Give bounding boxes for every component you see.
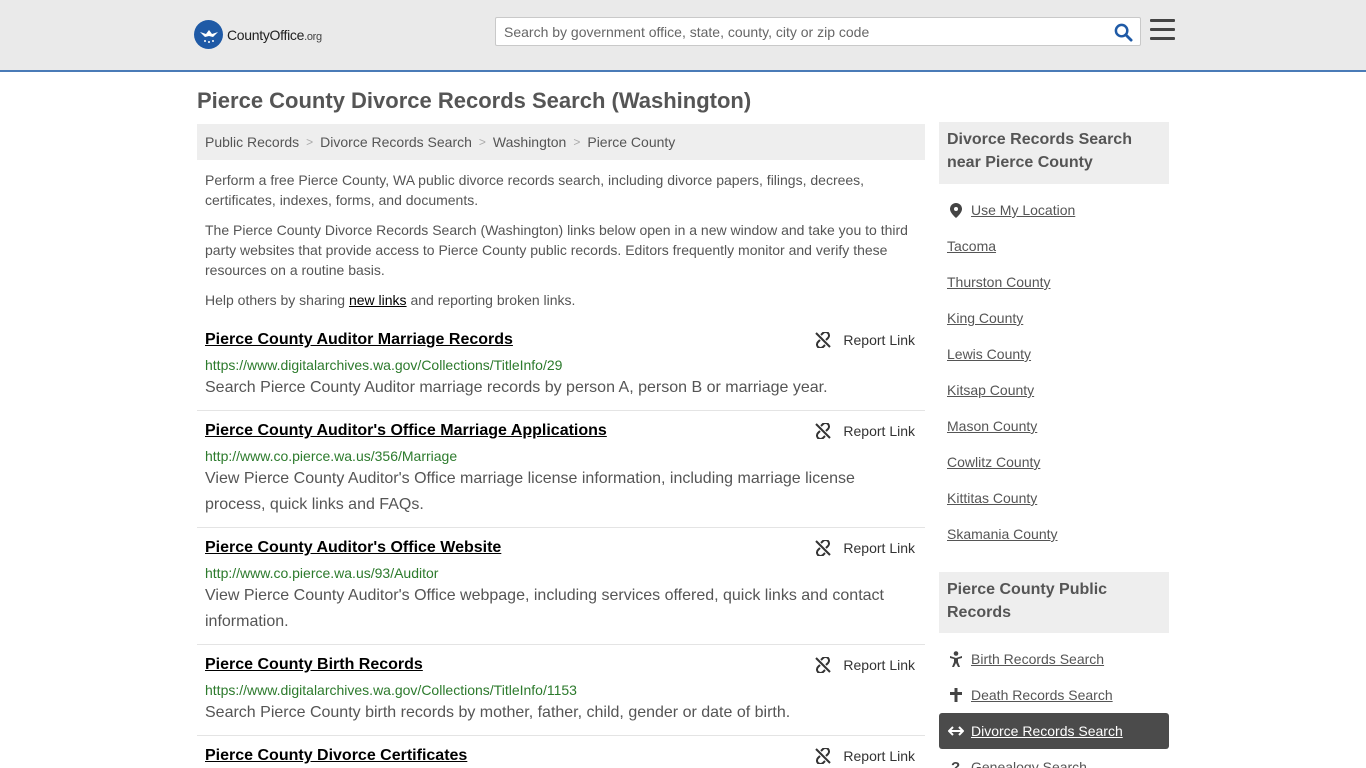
broken-link-icon <box>815 423 832 439</box>
intro-paragraph-1: Perform a free Pierce County, WA public … <box>205 172 865 208</box>
sidebar-item-tacoma[interactable]: Tacoma <box>947 238 996 254</box>
new-links-link[interactable]: new links <box>349 292 407 308</box>
broken-link-icon <box>815 332 832 348</box>
breadcrumb-divorce-records[interactable]: Divorce Records Search <box>320 134 472 150</box>
broken-link-icon <box>815 748 832 764</box>
site-header: CountyOffice.org <box>0 0 1366 72</box>
chevron-right-icon: > <box>306 135 314 149</box>
cross-icon <box>950 688 962 702</box>
breadcrumb-public-records[interactable]: Public Records <box>205 134 299 150</box>
map-pin-icon <box>950 203 962 218</box>
search-box <box>495 17 1141 46</box>
sidebar-item-thurston-county[interactable]: Thurston County <box>947 274 1051 290</box>
list-item: Pierce County Auditor's Office Website R… <box>197 528 925 645</box>
sidebar-item-mason-county[interactable]: Mason County <box>947 418 1037 434</box>
sidebar-item-genealogy[interactable]: Genealogy Search <box>971 759 1087 768</box>
broken-link-icon <box>815 657 832 673</box>
entry-title-link[interactable]: Pierce County Auditor's Office Marriage … <box>205 422 607 440</box>
report-link-button[interactable]: Report Link <box>815 748 915 764</box>
entry-description: Search Pierce County Auditor marriage re… <box>205 379 828 396</box>
chevron-right-icon: > <box>573 135 581 149</box>
sidebar-item-cowlitz-county[interactable]: Cowlitz County <box>947 454 1040 470</box>
search-icon <box>1114 23 1133 42</box>
chevron-right-icon: > <box>478 135 486 149</box>
list-item: Pierce County Divorce Certificates Repor… <box>197 736 925 768</box>
entry-url[interactable]: http://www.co.pierce.wa.us/93/Auditor <box>205 565 438 581</box>
use-my-location-link[interactable]: Use My Location <box>971 202 1075 218</box>
entry-description: View Pierce County Auditor's Office marr… <box>205 470 855 513</box>
list-item: Pierce County Auditor's Office Marriage … <box>197 411 925 528</box>
breadcrumb-pierce-county[interactable]: Pierce County <box>587 134 675 150</box>
entry-description: View Pierce County Auditor's Office webp… <box>205 587 884 630</box>
sidebar-records-title: Pierce County Public Records <box>939 572 1169 633</box>
site-logo[interactable]: CountyOffice.org <box>194 20 322 49</box>
sidebar-item-lewis-county[interactable]: Lewis County <box>947 346 1031 362</box>
entry-title-link[interactable]: Pierce County Divorce Certificates <box>205 747 467 765</box>
sidebar-item-kittitas-county[interactable]: Kittitas County <box>947 490 1037 506</box>
baby-icon <box>949 651 963 667</box>
report-link-button[interactable]: Report Link <box>815 332 915 348</box>
question-icon: ? <box>951 759 961 768</box>
breadcrumb-washington[interactable]: Washington <box>493 134 566 150</box>
sidebar-item-kitsap-county[interactable]: Kitsap County <box>947 382 1034 398</box>
hamburger-menu-icon[interactable] <box>1150 19 1175 41</box>
report-link-button[interactable]: Report Link <box>815 540 915 556</box>
breadcrumb: Public Records > Divorce Records Search … <box>197 124 925 160</box>
search-input[interactable] <box>496 18 1106 45</box>
entry-url[interactable]: https://www.digitalarchives.wa.gov/Colle… <box>205 357 562 373</box>
entry-description: Search Pierce County birth records by mo… <box>205 704 791 721</box>
intro-paragraph-2: The Pierce County Divorce Records Search… <box>205 222 908 278</box>
entry-url[interactable]: http://www.co.pierce.wa.us/356/Marriage <box>205 448 457 464</box>
list-item: Pierce County Birth Records Report Link … <box>197 645 925 736</box>
report-link-button[interactable]: Report Link <box>815 657 915 673</box>
eagle-seal-icon <box>194 20 223 49</box>
split-arrows-icon <box>948 726 964 736</box>
sidebar-item-divorce-records[interactable]: Divorce Records Search <box>971 723 1123 739</box>
entry-title-link[interactable]: Pierce County Auditor's Office Website <box>205 539 501 557</box>
sidebar-item-death-records[interactable]: Death Records Search <box>971 687 1113 703</box>
sidebar-item-birth-records[interactable]: Birth Records Search <box>971 651 1104 667</box>
search-button[interactable] <box>1112 21 1134 43</box>
page-title: Pierce County Divorce Records Search (Wa… <box>197 88 752 113</box>
entry-title-link[interactable]: Pierce County Auditor Marriage Records <box>205 331 513 349</box>
sidebar-item-king-county[interactable]: King County <box>947 310 1023 326</box>
logo-text: CountyOffice.org <box>227 26 322 43</box>
entry-url[interactable]: https://www.digitalarchives.wa.gov/Colle… <box>205 682 577 698</box>
sidebar-item-skamania-county[interactable]: Skamania County <box>947 526 1058 542</box>
entry-title-link[interactable]: Pierce County Birth Records <box>205 656 423 674</box>
list-item: Pierce County Auditor Marriage Records R… <box>197 320 925 411</box>
report-link-button[interactable]: Report Link <box>815 423 915 439</box>
broken-link-icon <box>815 540 832 556</box>
intro-paragraph-3: Help others by sharing new links and rep… <box>205 292 576 308</box>
sidebar-near-title: Divorce Records Search near Pierce Count… <box>939 122 1169 184</box>
